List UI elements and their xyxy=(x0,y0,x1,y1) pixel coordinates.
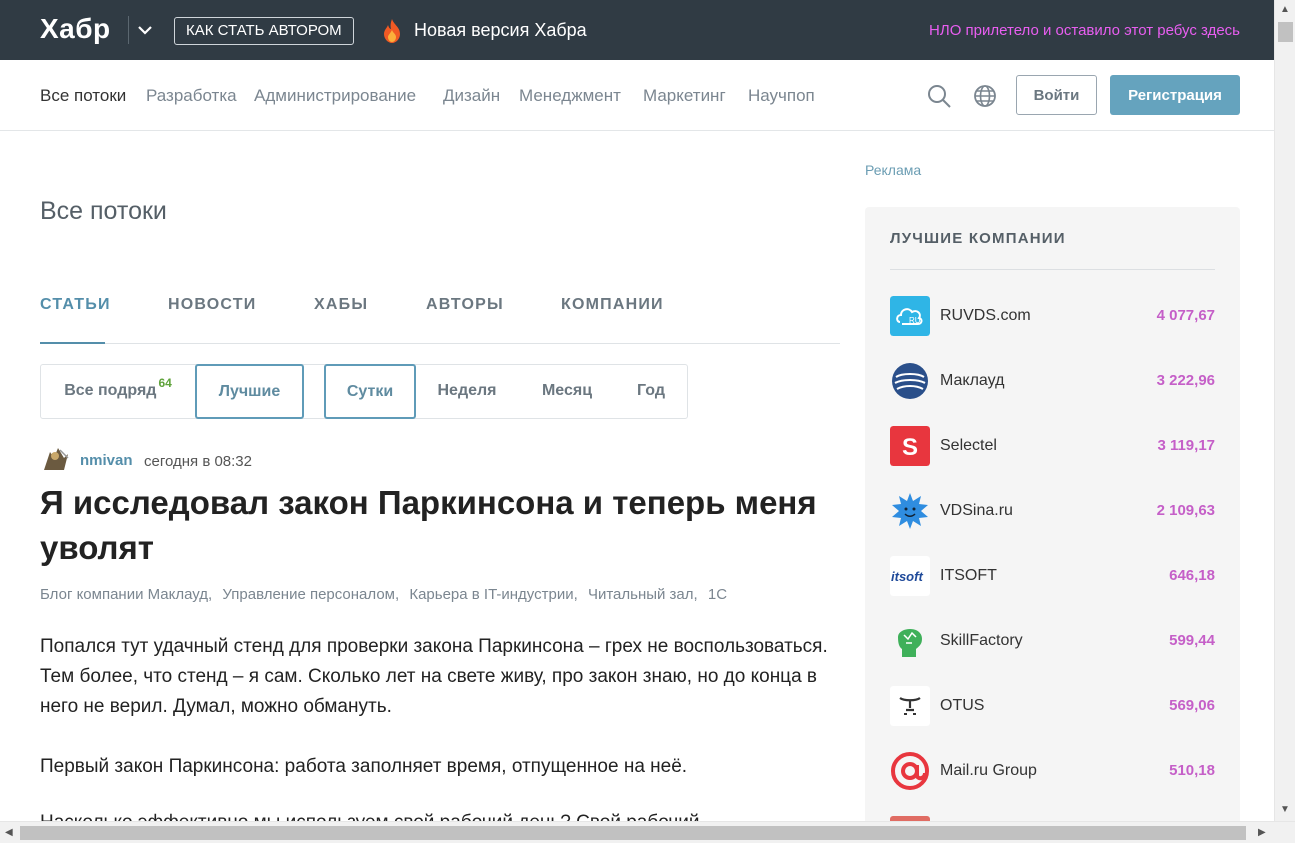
hub-link[interactable]: Управление персоналом, xyxy=(222,586,399,603)
ufo-link[interactable]: НЛО прилетело и оставило этот ребус здес… xyxy=(929,22,1240,39)
new-count-badge: 64 xyxy=(158,376,172,390)
company-rating: 599,44 xyxy=(1169,632,1215,649)
company-rating: 569,06 xyxy=(1169,697,1215,714)
filter-year[interactable]: Год xyxy=(626,364,676,419)
scroll-down-arrow-icon[interactable]: ▼ xyxy=(1280,804,1290,815)
filter-all-label: Все подряд xyxy=(64,382,157,399)
scroll-right-arrow-icon[interactable]: ▶ xyxy=(1258,827,1266,838)
content-tabs: СТАТЬИ НОВОСТИ ХАБЫ АВТОРЫ КОМПАНИИ xyxy=(40,296,840,344)
company-item[interactable]: itsoft ITSOFT 646,18 xyxy=(890,556,1215,596)
horizontal-scroll-thumb[interactable] xyxy=(20,826,1246,840)
companies-title: ЛУЧШИЕ КОМПАНИИ xyxy=(890,230,1066,247)
selectel-logo-icon: S xyxy=(890,426,930,466)
company-item[interactable]: Маклауд 3 222,96 xyxy=(890,361,1215,401)
nav-item-all-flows[interactable]: Все потоки xyxy=(40,86,126,106)
post-hubs: Блог компании Маклауд, Управление персон… xyxy=(40,586,733,603)
macloud-logo-icon xyxy=(892,363,928,399)
vertical-scroll-thumb[interactable] xyxy=(1278,22,1293,42)
company-name: ITSOFT xyxy=(940,567,997,584)
nav-item-management[interactable]: Менеджмент xyxy=(519,86,621,106)
nav-item-popsci[interactable]: Научпоп xyxy=(748,86,815,106)
company-rating: 510,18 xyxy=(1169,762,1215,779)
company-item[interactable]: RU RUVDS.com 4 077,67 xyxy=(890,296,1215,336)
fire-icon xyxy=(384,19,400,43)
company-name: VDSina.ru xyxy=(940,502,1013,519)
company-name: Маклауд xyxy=(940,372,1005,389)
tab-companies[interactable]: КОМПАНИИ xyxy=(561,296,664,314)
hub-link[interactable]: Читальный зал, xyxy=(588,586,698,603)
filter-all[interactable]: Все подряд 64 xyxy=(41,364,195,419)
logo-divider xyxy=(128,16,129,44)
top-companies-widget: ЛУЧШИЕ КОМПАНИИ RU RUVDS.com 4 077,67 Ма… xyxy=(865,207,1240,827)
post-paragraph: Насколько эффективно мы используем свой … xyxy=(40,808,800,822)
otus-logo-icon xyxy=(890,686,930,726)
nav-item-development[interactable]: Разработка xyxy=(146,86,237,106)
company-item[interactable]: OTUS 569,06 xyxy=(890,686,1215,726)
ruvds-logo-icon: RU xyxy=(890,296,930,336)
login-button[interactable]: Войти xyxy=(1016,75,1097,115)
company-name: RUVDS.com xyxy=(940,307,1031,324)
register-button[interactable]: Регистрация xyxy=(1110,75,1240,115)
filter-day[interactable]: Сутки xyxy=(324,364,416,419)
vertical-scrollbar[interactable]: ▲ ▼ xyxy=(1274,0,1295,821)
company-name: SkillFactory xyxy=(940,632,1023,649)
post-paragraph: Попался тут удачный стенд для проверки з… xyxy=(40,636,828,717)
main-nav: Все потоки Разработка Администрирование … xyxy=(0,60,1274,131)
nav-item-marketing[interactable]: Маркетинг xyxy=(643,86,726,106)
tab-authors[interactable]: АВТОРЫ xyxy=(426,296,504,314)
company-rating: 3 222,96 xyxy=(1156,372,1215,389)
chevron-down-icon[interactable] xyxy=(137,20,153,40)
company-rating: 4 077,67 xyxy=(1156,307,1215,324)
post-paragraph: Первый закон Паркинсона: работа заполняе… xyxy=(40,756,688,777)
how-to-become-author-button[interactable]: КАК СТАТЬ АВТОРОМ xyxy=(174,17,354,45)
habr-logo[interactable]: Хабр xyxy=(40,13,111,45)
svg-text:S: S xyxy=(902,434,918,461)
itsoft-logo-icon: itsoft xyxy=(890,556,930,596)
post-title[interactable]: Я исследовал закон Паркинсона и теперь м… xyxy=(40,480,840,570)
globe-icon[interactable] xyxy=(972,83,998,109)
post-time: сегодня в 08:32 xyxy=(144,453,252,470)
filter-month[interactable]: Месяц xyxy=(528,364,606,419)
tab-hubs[interactable]: ХАБЫ xyxy=(314,296,368,314)
post-paragraph-clipped: Насколько эффективно мы используем свой … xyxy=(40,805,800,822)
company-item[interactable]: VDSina.ru 2 109,63 xyxy=(890,491,1215,531)
scroll-up-arrow-icon[interactable]: ▲ xyxy=(1280,4,1290,15)
divider xyxy=(890,269,1215,270)
mailru-logo-icon xyxy=(891,752,929,790)
scroll-left-arrow-icon[interactable]: ◀ xyxy=(5,827,13,838)
post-author[interactable]: nmivan xyxy=(80,452,133,469)
hub-link[interactable]: Блог компании Маклауд, xyxy=(40,586,212,603)
filter-best[interactable]: Лучшие xyxy=(195,364,304,419)
company-item[interactable]: Mail.ru Group 510,18 xyxy=(890,751,1215,791)
tab-news[interactable]: НОВОСТИ xyxy=(168,296,256,314)
svg-text:itsoft: itsoft xyxy=(891,569,923,584)
top-bar: Хабр КАК СТАТЬ АВТОРОМ Новая версия Хабр… xyxy=(0,0,1274,60)
active-tab-indicator xyxy=(40,342,105,344)
ad-label: Реклама xyxy=(865,162,922,178)
search-icon[interactable] xyxy=(926,83,952,109)
skillfactory-logo-icon xyxy=(898,629,922,657)
vdsina-logo-icon xyxy=(892,493,928,529)
company-name: OTUS xyxy=(940,697,985,714)
nav-item-administration[interactable]: Администрирование xyxy=(254,86,416,106)
filter-bar: Все подряд 64 Лучшие Сутки Неделя Месяц Г… xyxy=(40,364,688,419)
filter-week[interactable]: Неделя xyxy=(426,364,508,419)
new-version-link[interactable]: Новая версия Хабра xyxy=(414,20,587,41)
company-name: Mail.ru Group xyxy=(940,762,1037,779)
hub-link[interactable]: Карьера в IT-индустрии, xyxy=(409,586,577,603)
tab-articles[interactable]: СТАТЬИ xyxy=(40,296,111,314)
company-rating: 646,18 xyxy=(1169,567,1215,584)
horizontal-scrollbar[interactable]: ◀ ▶ xyxy=(0,821,1295,843)
company-name: Selectel xyxy=(940,437,997,454)
avatar[interactable] xyxy=(40,444,70,474)
nav-item-design[interactable]: Дизайн xyxy=(443,86,500,106)
page-title: Все потоки xyxy=(40,197,167,225)
company-rating: 3 119,17 xyxy=(1157,437,1215,454)
company-rating: 2 109,63 xyxy=(1156,502,1215,519)
hub-link[interactable]: 1С xyxy=(708,586,727,603)
company-item[interactable]: S Selectel 3 119,17 xyxy=(890,426,1215,466)
company-item[interactable]: SkillFactory 599,44 xyxy=(890,621,1215,661)
svg-text:RU: RU xyxy=(909,316,921,325)
